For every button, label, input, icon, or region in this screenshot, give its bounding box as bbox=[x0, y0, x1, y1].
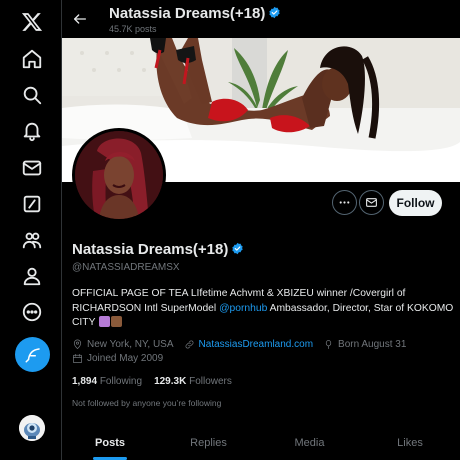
birthday: Born August 31 bbox=[323, 339, 406, 350]
back-arrow-icon[interactable] bbox=[70, 9, 90, 29]
more-dots-icon bbox=[339, 201, 350, 204]
meta-row-2: Joined May 2009 bbox=[72, 353, 173, 364]
following-label: Following bbox=[99, 376, 143, 387]
more-circle-icon[interactable] bbox=[19, 299, 45, 325]
profile-name: Natassia Dreams(+18) bbox=[72, 241, 244, 258]
profile-tabs: Posts Replies Media Likes bbox=[62, 425, 460, 460]
following-link[interactable]: 1,894 Following bbox=[72, 376, 142, 387]
website-link[interactable]: NatassiasDreamland.com bbox=[199, 339, 314, 350]
website: NatassiasDreamland.com bbox=[184, 339, 314, 350]
messages-envelope-icon[interactable] bbox=[19, 155, 45, 181]
communities-icon[interactable] bbox=[19, 227, 45, 253]
balloon-icon bbox=[325, 340, 332, 349]
tab-media[interactable]: Media bbox=[259, 425, 360, 460]
link-icon bbox=[185, 340, 193, 349]
profile-bio: OFFICIAL PAGE OF TEA LIfetime Achvmt & X… bbox=[72, 287, 454, 331]
home-icon[interactable] bbox=[19, 46, 45, 72]
profile-handle: @NATASSIADREAMSX bbox=[72, 262, 180, 273]
meta-row-1: New York, NY, USA NatassiasDreamland.com… bbox=[72, 339, 416, 350]
profile-icon[interactable] bbox=[19, 263, 45, 289]
joined: Joined May 2009 bbox=[72, 353, 163, 364]
message-icon bbox=[366, 198, 377, 207]
search-icon[interactable] bbox=[19, 82, 45, 108]
profile-name-text: Natassia Dreams(+18) bbox=[72, 241, 229, 258]
tab-likes[interactable]: Likes bbox=[360, 425, 460, 460]
follow-stats: 1,894 Following 129.3K Followers bbox=[72, 376, 232, 387]
following-count: 1,894 bbox=[72, 376, 98, 387]
header-title-text: Natassia Dreams(+18) bbox=[109, 5, 266, 22]
calendar-icon bbox=[73, 354, 82, 363]
followers-count: 129.3K bbox=[154, 376, 187, 387]
verified-badge-icon bbox=[232, 242, 243, 255]
post-button[interactable] bbox=[15, 337, 50, 372]
followers-label: Followers bbox=[189, 376, 232, 387]
not-followed-notice: Not followed by anyone you’re following bbox=[72, 398, 222, 408]
grok-icon[interactable] bbox=[19, 191, 45, 217]
tab-posts[interactable]: Posts bbox=[62, 425, 158, 460]
profile-main: Natassia Dreams(+18) 45.7K posts Follow … bbox=[62, 0, 460, 460]
emoji-person-icon bbox=[111, 316, 123, 328]
left-navigation bbox=[0, 0, 62, 460]
message-button[interactable] bbox=[359, 190, 384, 215]
follow-button[interactable]: Follow bbox=[389, 190, 442, 216]
notifications-bell-icon[interactable] bbox=[19, 118, 45, 144]
joined-text: Joined May 2009 bbox=[87, 353, 164, 364]
profile-avatar[interactable] bbox=[72, 128, 166, 222]
header-title: Natassia Dreams(+18) bbox=[109, 5, 281, 22]
more-options-button[interactable] bbox=[332, 190, 357, 215]
location: New York, NY, USA bbox=[72, 339, 174, 350]
verified-badge-icon bbox=[269, 6, 280, 19]
followers-link[interactable]: 129.3K Followers bbox=[154, 376, 232, 387]
location-text: New York, NY, USA bbox=[87, 339, 174, 350]
birthday-text: Born August 31 bbox=[338, 339, 407, 350]
header-post-count: 45.7K posts bbox=[109, 24, 157, 34]
bio-mention-link[interactable]: @pornhub bbox=[219, 303, 267, 314]
account-avatar[interactable] bbox=[19, 415, 45, 441]
profile-topbar: Natassia Dreams(+18) 45.7K posts bbox=[62, 0, 460, 38]
tab-replies[interactable]: Replies bbox=[158, 425, 259, 460]
location-pin-icon bbox=[73, 339, 82, 349]
emoji-purple-icon bbox=[99, 316, 111, 328]
feather-icon bbox=[25, 347, 40, 362]
x-logo-icon[interactable] bbox=[19, 9, 45, 35]
